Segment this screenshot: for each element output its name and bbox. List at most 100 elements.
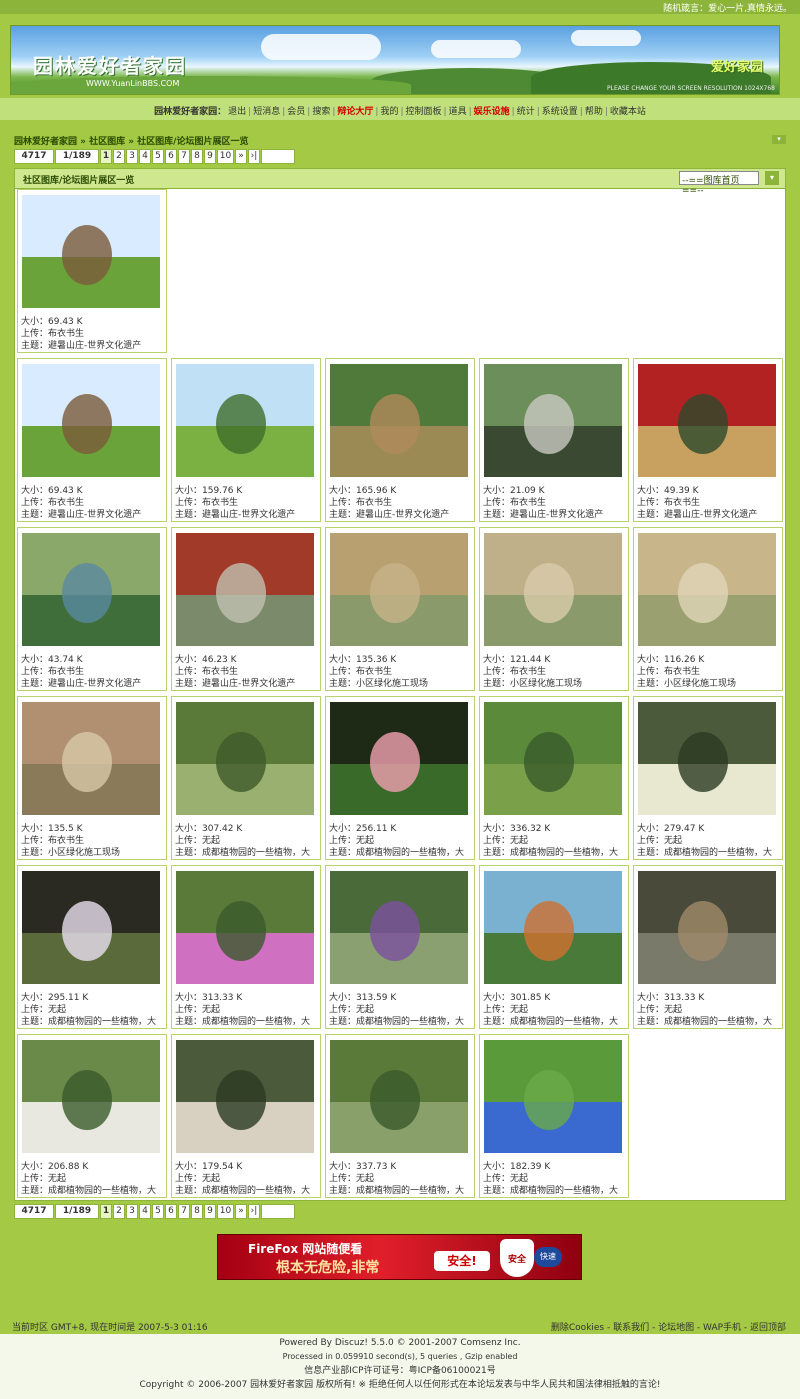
item-uploader[interactable]: 上传：布衣书生: [329, 497, 475, 509]
item-subject[interactable]: 主题：避暑山庄-世界文化遗产: [175, 509, 321, 521]
item-uploader[interactable]: 上传：布衣书生: [483, 666, 629, 678]
nav-logout[interactable]: 退出: [228, 107, 246, 117]
page-link[interactable]: 2: [113, 149, 125, 164]
gallery-item[interactable]: 大小：313.33 K 上传：无起 主题：成都植物园的一些植物，大: [171, 865, 321, 1029]
page-link[interactable]: 1: [100, 149, 112, 164]
collapse-icon[interactable]: ▾: [772, 135, 786, 144]
item-uploader[interactable]: 上传：无起: [483, 1004, 629, 1016]
photo-thumbnail[interactable]: [484, 364, 622, 477]
gallery-item[interactable]: 大小：135.36 K 上传：布衣书生 主题：小区绿化施工现场: [325, 527, 475, 691]
photo-thumbnail[interactable]: [484, 533, 622, 646]
gallery-item[interactable]: 大小：46.23 K 上传：布衣书生 主题：避暑山庄-世界文化遗产: [171, 527, 321, 691]
nav-help[interactable]: 帮助: [585, 107, 603, 117]
item-uploader[interactable]: 上传：布衣书生: [175, 497, 321, 509]
item-subject[interactable]: 主题：成都植物园的一些植物，大: [329, 847, 475, 859]
gallery-item[interactable]: 大小：336.32 K 上传：无起 主题：成都植物园的一些植物，大: [479, 696, 629, 860]
page-jump-input[interactable]: [261, 1204, 295, 1219]
page-link[interactable]: 8: [191, 149, 203, 164]
photo-thumbnail[interactable]: [176, 364, 314, 477]
item-uploader[interactable]: 上传：布衣书生: [329, 666, 475, 678]
page-link[interactable]: 6: [165, 1204, 177, 1219]
item-uploader[interactable]: 上传：无起: [329, 1004, 475, 1016]
page-link[interactable]: 9: [204, 149, 216, 164]
page-link[interactable]: 4: [139, 149, 151, 164]
gallery-item[interactable]: 大小：69.43 K 上传：布衣书生 主题：避暑山庄-世界文化遗产: [17, 358, 167, 522]
gallery-item[interactable]: 大小：116.26 K 上传：布衣书生 主题：小区绿化施工现场: [633, 527, 783, 691]
item-uploader[interactable]: 上传：无起: [329, 1173, 475, 1185]
powered-by[interactable]: Powered By Discuz! 5.5.0 © 2001-2007 Com…: [0, 1336, 800, 1350]
footer-links[interactable]: 删除Cookies - 联系我们 - 论坛地图 - WAP手机 - 返回顶部: [551, 1320, 786, 1333]
breadcrumb[interactable]: 园林爱好者家园 » 社区图库 » 社区图库/论坛图片展区一览: [14, 134, 248, 147]
gallery-item[interactable]: 大小：43.74 K 上传：布衣书生 主题：避暑山庄-世界文化遗产: [17, 527, 167, 691]
item-uploader[interactable]: 上传：布衣书生: [175, 666, 321, 678]
next-page-link[interactable]: »: [235, 149, 247, 164]
photo-thumbnail[interactable]: [638, 533, 776, 646]
page-link[interactable]: 7: [178, 149, 190, 164]
gallery-item[interactable]: 大小：206.88 K 上传：无起 主题：成都植物园的一些植物，大: [17, 1034, 167, 1198]
gallery-item[interactable]: 大小：179.54 K 上传：无起 主题：成都植物园的一些植物，大: [171, 1034, 321, 1198]
page-link[interactable]: 5: [152, 149, 164, 164]
item-subject[interactable]: 主题：成都植物园的一些植物，大: [175, 847, 321, 859]
gallery-select[interactable]: --==图库首页==--: [679, 171, 759, 196]
photo-thumbnail[interactable]: [484, 1040, 622, 1153]
item-subject[interactable]: 主题：成都植物园的一些植物，大: [483, 1016, 629, 1028]
photo-thumbnail[interactable]: [330, 702, 468, 815]
photo-thumbnail[interactable]: [22, 364, 160, 477]
photo-thumbnail[interactable]: [638, 871, 776, 984]
item-uploader[interactable]: 上传：布衣书生: [21, 497, 167, 509]
item-uploader[interactable]: 上传：无起: [637, 1004, 783, 1016]
item-uploader[interactable]: 上传：无起: [21, 1004, 167, 1016]
next-page-link[interactable]: »: [235, 1204, 247, 1219]
page-link[interactable]: 7: [178, 1204, 190, 1219]
collapse-icon[interactable]: ▾: [765, 171, 779, 185]
item-subject[interactable]: 主题：小区绿化施工现场: [329, 678, 475, 690]
page-link[interactable]: 8: [191, 1204, 203, 1219]
nav-stats[interactable]: 统计: [517, 107, 535, 117]
page-link[interactable]: 6: [165, 149, 177, 164]
photo-thumbnail[interactable]: [638, 702, 776, 815]
nav-bookmark[interactable]: 收藏本站: [610, 107, 646, 117]
item-subject[interactable]: 主题：成都植物园的一些植物，大: [637, 1016, 783, 1028]
item-uploader[interactable]: 上传：无起: [483, 1173, 629, 1185]
gallery-item[interactable]: 大小：21.09 K 上传：布衣书生 主题：避暑山庄-世界文化遗产: [479, 358, 629, 522]
nav-debate[interactable]: 辩论大厅: [337, 107, 373, 117]
gallery-item[interactable]: 大小：121.44 K 上传：布衣书生 主题：小区绿化施工现场: [479, 527, 629, 691]
item-uploader[interactable]: 上传：布衣书生: [21, 328, 167, 340]
page-link[interactable]: 9: [204, 1204, 216, 1219]
page-jump-input[interactable]: [261, 149, 295, 164]
gallery-item[interactable]: 大小：313.33 K 上传：无起 主题：成都植物园的一些植物，大: [633, 865, 783, 1029]
item-subject[interactable]: 主题：避暑山庄-世界文化遗产: [175, 678, 321, 690]
item-uploader[interactable]: 上传：无起: [483, 835, 629, 847]
item-subject[interactable]: 主题：成都植物园的一些植物，大: [637, 847, 783, 859]
page-link[interactable]: 4: [139, 1204, 151, 1219]
item-uploader[interactable]: 上传：布衣书生: [21, 835, 167, 847]
photo-thumbnail[interactable]: [22, 871, 160, 984]
page-link[interactable]: 3: [126, 149, 138, 164]
photo-thumbnail[interactable]: [484, 871, 622, 984]
page-link[interactable]: 10: [217, 149, 234, 164]
item-uploader[interactable]: 上传：布衣书生: [483, 497, 629, 509]
nav-props[interactable]: 道具: [449, 107, 467, 117]
nav-entertainment[interactable]: 娱乐设施: [474, 107, 510, 117]
photo-thumbnail[interactable]: [22, 1040, 160, 1153]
page-link[interactable]: 3: [126, 1204, 138, 1219]
nav-settings[interactable]: 系统设置: [542, 107, 578, 117]
gallery-item[interactable]: 大小：49.39 K 上传：布衣书生 主题：避暑山庄-世界文化遗产: [633, 358, 783, 522]
item-subject[interactable]: 主题：小区绿化施工现场: [21, 847, 167, 859]
page-link[interactable]: 10: [217, 1204, 234, 1219]
item-uploader[interactable]: 上传：无起: [21, 1173, 167, 1185]
icp-license[interactable]: 信息产业部ICP许可证号：粤ICP备06100021号: [0, 1364, 800, 1378]
site-banner[interactable]: 园林爱好者家园 WWW.YuanLinBBS.COM 爱好家园 PLEASE C…: [10, 25, 780, 95]
photo-thumbnail[interactable]: [330, 871, 468, 984]
nav-home[interactable]: 园林爱好者家园：: [154, 107, 226, 117]
photo-thumbnail[interactable]: [176, 871, 314, 984]
page-link[interactable]: 2: [113, 1204, 125, 1219]
item-subject[interactable]: 主题：成都植物园的一些植物，大: [329, 1016, 475, 1028]
nav-mine[interactable]: 我的: [380, 107, 398, 117]
item-uploader[interactable]: 上传：无起: [175, 835, 321, 847]
page-link[interactable]: 1: [100, 1204, 112, 1219]
gallery-item[interactable]: 大小：301.85 K 上传：无起 主题：成都植物园的一些植物，大: [479, 865, 629, 1029]
item-subject[interactable]: 主题：成都植物园的一些植物，大: [329, 1185, 475, 1197]
item-subject[interactable]: 主题：避暑山庄-世界文化遗产: [637, 509, 783, 521]
item-uploader[interactable]: 上传：无起: [175, 1173, 321, 1185]
